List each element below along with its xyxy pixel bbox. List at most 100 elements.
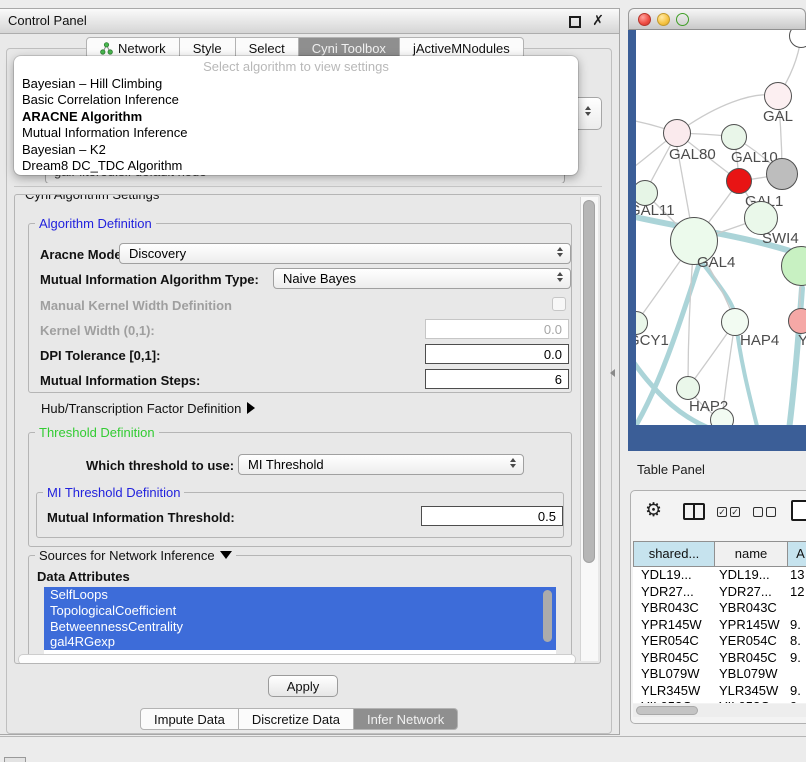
table-column-header-shared[interactable]: shared... bbox=[634, 542, 714, 566]
table-row[interactable]: YDL19...YDL19...13 bbox=[633, 567, 806, 584]
algorithm-option-bayesian-hill-climbing[interactable]: Bayesian – Hill Climbing bbox=[14, 76, 578, 92]
gear-icon[interactable]: ⚙ bbox=[645, 499, 662, 522]
algorithm-option-aracne-algorithm[interactable]: ARACNE Algorithm bbox=[14, 109, 578, 125]
mi-threshold-field[interactable]: 0.5 bbox=[421, 506, 563, 526]
window-title: Control Panel bbox=[8, 13, 87, 28]
algorithm-option-basic-correlation-inference[interactable]: Basic Correlation Inference bbox=[14, 92, 578, 108]
popup-placeholder: Select algorithm to view settings bbox=[14, 56, 578, 76]
select-all-columns-icon[interactable]: ✓ ✓ bbox=[717, 507, 740, 517]
zoom-button[interactable] bbox=[676, 13, 689, 26]
settings-vertical-scrollbar-thumb[interactable] bbox=[583, 200, 595, 563]
unchecked-box-icon bbox=[753, 507, 763, 517]
which-threshold-select[interactable]: MI Threshold bbox=[238, 454, 524, 475]
algorithm-option-mutual-information-inference[interactable]: Mutual Information Inference bbox=[14, 125, 578, 141]
sources-title[interactable]: Sources for Network Inference bbox=[35, 548, 236, 563]
tab-impute-data[interactable]: Impute Data bbox=[140, 708, 239, 730]
algorithm-option-dream8-dc-tdc-algorithm[interactable]: Dream8 DC_TDC Algorithm bbox=[14, 158, 578, 174]
mi-steps-field[interactable]: 6 bbox=[425, 369, 569, 389]
aracne-mode-select[interactable]: Discovery bbox=[119, 243, 571, 264]
table-cell: 9 bbox=[786, 699, 806, 703]
table-row[interactable]: YBL079WYBL079W bbox=[633, 666, 806, 683]
cyni-algorithm-settings-group: Cyni Algorithm Settings Algorithm Defini… bbox=[14, 194, 601, 664]
table-cell: YLR345W bbox=[633, 683, 713, 700]
list-scrollbar-thumb[interactable] bbox=[543, 590, 552, 642]
table-row[interactable]: YIL052CYIL052C9 bbox=[633, 699, 806, 703]
unchecked-box-icon bbox=[766, 507, 776, 517]
tab-label: jActiveMNodules bbox=[413, 41, 510, 56]
page-icon[interactable] bbox=[791, 500, 806, 521]
network-window-titlebar bbox=[628, 8, 806, 30]
table-cell: YLR345W bbox=[713, 683, 786, 700]
close-icon[interactable]: ✗ bbox=[592, 12, 604, 29]
data-attributes-label: Data Attributes bbox=[37, 569, 130, 584]
attribute-item-gal4rgexp[interactable]: gal4RGexp bbox=[44, 634, 556, 650]
attribute-item-selfloops[interactable]: SelfLoops bbox=[44, 587, 556, 603]
kernel-width-field[interactable]: 0.0 bbox=[425, 319, 569, 339]
network-node[interactable] bbox=[766, 158, 798, 190]
tab-label: Style bbox=[193, 41, 222, 56]
which-threshold-value: MI Threshold bbox=[248, 457, 324, 472]
table-column-header-name[interactable]: name bbox=[714, 542, 787, 566]
table-row[interactable]: YER054CYER054C8. bbox=[633, 633, 806, 650]
mi-threshold-label: Mutual Information Threshold: bbox=[47, 510, 235, 525]
table-panel-title: Table Panel bbox=[637, 462, 705, 477]
table-cell bbox=[786, 600, 806, 617]
sources-group: Sources for Network Inference Data Attri… bbox=[28, 555, 572, 661]
mi-type-value: Naive Bayes bbox=[283, 271, 356, 286]
manual-kernel-label: Manual Kernel Width Definition bbox=[40, 298, 232, 313]
settings-group-title: Cyni Algorithm Settings bbox=[21, 194, 163, 202]
table-cell: YBR043C bbox=[633, 600, 713, 617]
table-cell: 12 bbox=[786, 584, 806, 601]
table-cell: 9. bbox=[786, 617, 806, 634]
tab-label: Infer Network bbox=[367, 712, 444, 727]
table-row[interactable]: YLR345WYLR345W9. bbox=[633, 683, 806, 700]
hub-definition-expander[interactable]: Hub/Transcription Factor Definition bbox=[41, 401, 255, 416]
hub-definition-label: Hub/Transcription Factor Definition bbox=[41, 401, 241, 416]
column-browser-icon[interactable] bbox=[683, 503, 705, 520]
settings-horizontal-scrollbar-thumb[interactable] bbox=[18, 654, 576, 664]
kernel-width-label: Kernel Width (0,1): bbox=[40, 323, 155, 338]
algorithm-option-bayesian-k2[interactable]: Bayesian – K2 bbox=[14, 142, 578, 158]
network-tab-icon bbox=[100, 42, 113, 55]
attribute-item-topologicalcoefficient[interactable]: TopologicalCoefficient bbox=[44, 603, 556, 619]
table-row[interactable]: YBR043CYBR043C bbox=[633, 600, 806, 617]
table-cell: YBL079W bbox=[633, 666, 713, 683]
apply-button[interactable]: Apply bbox=[268, 675, 338, 697]
unselect-all-columns-icon[interactable] bbox=[753, 507, 776, 517]
sources-title-text: Sources for Network Inference bbox=[39, 548, 215, 563]
algorithm-definition-title: Algorithm Definition bbox=[35, 216, 156, 231]
network-node-gal[interactable] bbox=[764, 82, 792, 110]
table-cell: YDR27... bbox=[713, 584, 786, 601]
minimize-button[interactable] bbox=[657, 13, 670, 26]
settings-vertical-scrollbar[interactable] bbox=[580, 197, 598, 661]
float-button[interactable] bbox=[569, 16, 581, 28]
table-column-header-a[interactable]: A bbox=[787, 542, 806, 566]
stepper-icon bbox=[557, 247, 563, 257]
manual-kernel-checkbox[interactable] bbox=[552, 297, 566, 311]
network-node-hap2[interactable] bbox=[676, 376, 700, 400]
split-pane-collapse-icon[interactable] bbox=[610, 369, 615, 377]
table-cell: YBR043C bbox=[713, 600, 786, 617]
attribute-item-betweennesscentrality[interactable]: BetweennessCentrality bbox=[44, 619, 556, 635]
tab-discretize-data[interactable]: Discretize Data bbox=[239, 708, 354, 730]
checked-box-icon: ✓ bbox=[730, 507, 740, 517]
bottom-partial-button[interactable] bbox=[4, 757, 26, 762]
mi-type-select[interactable]: Naive Bayes bbox=[273, 268, 571, 289]
network-node-gal1[interactable] bbox=[726, 168, 752, 194]
close-button[interactable] bbox=[638, 13, 651, 26]
aracne-mode-label: Aracne Mode: bbox=[40, 247, 126, 262]
table-horizontal-scrollbar-thumb[interactable] bbox=[636, 706, 698, 715]
network-node-gal80[interactable] bbox=[663, 119, 691, 147]
table-header-row: shared...nameA bbox=[633, 541, 806, 567]
tab-infer-network[interactable]: Infer Network bbox=[354, 708, 458, 730]
network-node[interactable] bbox=[710, 408, 734, 425]
network-node-gal10[interactable] bbox=[721, 124, 747, 150]
network-canvas[interactable]: GALGAL80GAL10GAL1GAL11SWI4GAL4GCY1HAP4YH… bbox=[636, 30, 806, 425]
table-cell: YIL052C bbox=[713, 699, 786, 703]
table-horizontal-scrollbar[interactable] bbox=[633, 704, 806, 717]
network-node-label: HAP4 bbox=[740, 332, 779, 349]
table-row[interactable]: YBR045CYBR045C9. bbox=[633, 650, 806, 667]
table-row[interactable]: YDR27...YDR27...12 bbox=[633, 584, 806, 601]
table-row[interactable]: YPR145WYPR145W9. bbox=[633, 617, 806, 634]
dpi-tolerance-field[interactable]: 0.0 bbox=[425, 344, 569, 364]
